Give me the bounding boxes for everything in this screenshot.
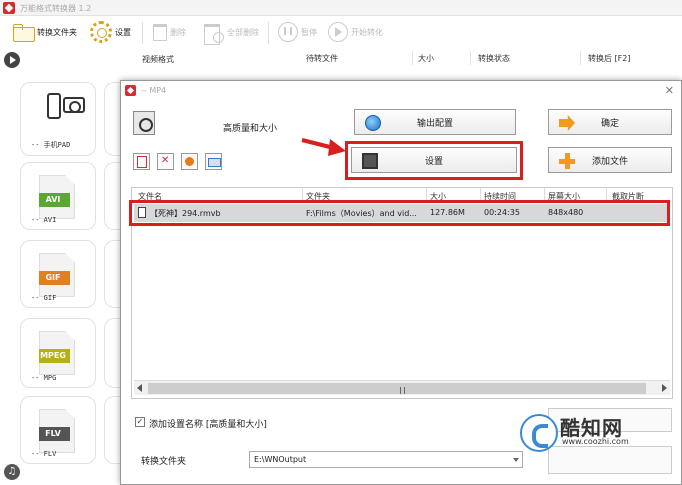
column-divider [426, 188, 427, 200]
format-card-gif[interactable]: GIF -- GIF [20, 240, 96, 308]
settings-label: 设置 [115, 27, 131, 37]
gif-badge: GIF [39, 271, 70, 285]
format-label: -- AVI [31, 216, 57, 224]
convert-folder-button[interactable]: 转换文件夹 [12, 20, 77, 44]
grip-icon [400, 387, 405, 394]
watermark-url: www.coozhi.com [562, 437, 629, 446]
add-item-icon[interactable] [133, 153, 150, 170]
add-setting-name-label: 添加设置名称 [高质量和大小] [149, 420, 267, 430]
convert-folder-label: 转换文件夹 [37, 27, 77, 37]
trash-icon [153, 23, 167, 41]
start-convert-button[interactable]: 开始转化 [328, 20, 383, 44]
delete-all-label: 全部删除 [227, 27, 259, 37]
gif-file-icon: GIF [39, 253, 75, 297]
flv-file-icon: FLV [39, 409, 75, 453]
format-card-avi[interactable]: AVI -- AVI [20, 162, 96, 230]
column-divider [544, 188, 545, 200]
gear-icon [90, 21, 112, 43]
video-category-play-icon[interactable] [4, 52, 20, 68]
format-card-mpg[interactable]: MPEG -- MPG [20, 318, 96, 388]
column-header-status[interactable]: 转换状态 [478, 53, 510, 64]
preset-name: 高质量和大小 [223, 124, 278, 134]
play-preview-icon[interactable] [181, 153, 198, 170]
column-divider [470, 51, 471, 65]
format-label: -- 手机PAD [31, 141, 71, 149]
column-divider [412, 51, 413, 65]
highlight-file-row [129, 200, 670, 226]
column-divider [606, 188, 607, 200]
coozhi-logo-icon [520, 414, 558, 452]
trash-all-icon [204, 23, 224, 45]
output-config-button[interactable]: 输出配置 [354, 109, 516, 135]
close-icon[interactable]: ✕ [665, 84, 674, 97]
play-icon [328, 22, 348, 42]
app-titlebar: 万能格式转换器 1.2 [0, 0, 682, 16]
format-card-flv[interactable]: FLV -- FLV [20, 396, 96, 464]
toolbar-divider [142, 22, 143, 44]
phone-icon [47, 93, 61, 119]
scrollbar-thumb[interactable] [148, 383, 646, 394]
output-folder-label: 转换文件夹 [141, 457, 187, 467]
delete-button[interactable]: 删除 [153, 20, 186, 44]
column-header-converted[interactable]: 转换后 [F2] [588, 53, 630, 64]
red-arrow-icon [301, 138, 346, 156]
format-card-phone-pad[interactable]: -- 手机PAD [20, 82, 96, 156]
pause-label: 暂停 [301, 27, 317, 37]
chevron-down-icon [513, 458, 519, 462]
mpeg-badge: MPEG [39, 349, 70, 363]
pause-icon [278, 22, 298, 42]
mpeg-file-icon: MPEG [39, 331, 75, 375]
avi-badge: AVI [39, 193, 70, 207]
pause-button[interactable]: 暂停 [278, 20, 317, 44]
app-title: 万能格式转换器 1.2 [20, 4, 92, 13]
folder-icon [12, 24, 35, 42]
remove-item-icon[interactable] [157, 153, 174, 170]
ok-button[interactable]: 确定 [548, 109, 672, 135]
scroll-left-icon[interactable] [137, 384, 142, 392]
delete-all-button[interactable]: 全部删除 [204, 20, 259, 45]
column-divider [580, 51, 581, 65]
globe-icon [365, 115, 381, 131]
highlight-settings-button [345, 141, 523, 180]
screen-info-icon[interactable] [205, 153, 222, 170]
add-file-button[interactable]: 添加文件 [548, 147, 672, 173]
add-setting-name-checkbox[interactable]: ✓ [135, 417, 145, 427]
toolbar-divider [268, 22, 269, 44]
format-label: -- MPG [31, 374, 57, 382]
horizontal-scrollbar[interactable] [134, 380, 670, 395]
toolbar: 转换文件夹 设置 删除 全部删除 暂停 开始转化 [0, 16, 682, 48]
column-header-pending-file[interactable]: 待转文件 [306, 53, 338, 64]
output-folder-value: E:\WNOutput [254, 455, 307, 464]
column-divider [302, 188, 303, 200]
app-logo-icon [3, 2, 15, 14]
format-label: -- GIF [31, 294, 57, 302]
audio-category-music-icon[interactable]: ♫ [4, 464, 20, 480]
column-header-size[interactable]: 大小 [418, 53, 434, 64]
flv-badge: FLV [39, 427, 70, 441]
format-label: -- FLV [31, 450, 57, 458]
scroll-right-icon[interactable] [662, 384, 667, 392]
dialog-title: -- MP4 [141, 86, 167, 95]
video-format-heading: 视频格式 [142, 55, 174, 64]
delete-label: 删除 [170, 27, 186, 37]
dialog-logo-icon [125, 85, 136, 96]
avi-file-icon: AVI [39, 175, 75, 219]
output-folder-select[interactable]: E:\WNOutput [249, 451, 523, 468]
column-divider [480, 188, 481, 200]
camera-icon [63, 97, 85, 113]
mp4-format-icon [133, 111, 155, 135]
start-convert-label: 开始转化 [351, 27, 383, 37]
coozhi-watermark: 酷知网 www.coozhi.com [518, 406, 638, 458]
plus-icon [559, 153, 575, 169]
dialog-titlebar: -- MP4 ✕ [121, 81, 681, 100]
settings-button[interactable]: 设置 [90, 20, 131, 44]
